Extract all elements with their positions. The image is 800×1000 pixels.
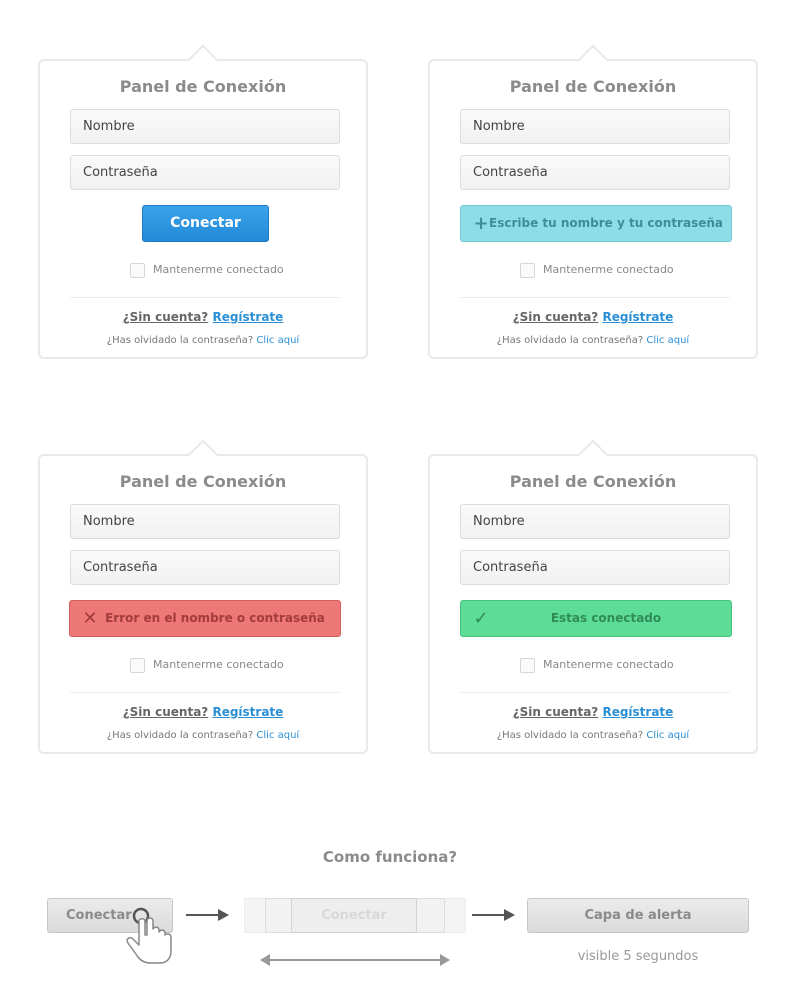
login-panel-error: Panel de Conexión Nombre Contraseña ✕ Er… (38, 439, 368, 754)
remember-me-checkbox[interactable]: Mantenerme conectado (520, 261, 674, 279)
info-alert-button[interactable]: + Escribe tu nombre y tu contraseña (460, 205, 732, 242)
signup-prompt: ¿Sin cuenta? Regístrate (430, 310, 756, 324)
panel-title: Panel de Conexión (509, 472, 677, 491)
checkbox-box[interactable] (520, 657, 535, 673)
signup-question: ¿Sin cuenta? (512, 705, 599, 719)
signup-link[interactable]: Regístrate (212, 705, 283, 719)
forgot-link[interactable]: Clic aquí (256, 335, 299, 346)
panel-title: Panel de Conexión (509, 77, 677, 96)
password-input[interactable]: Contraseña (70, 155, 340, 190)
password-input[interactable]: Contraseña (460, 550, 730, 585)
checkbox-box[interactable] (520, 262, 535, 278)
checkbox-box[interactable] (130, 262, 145, 278)
panel-title: Panel de Conexión (119, 472, 287, 491)
signup-link[interactable]: Regístrate (602, 310, 673, 324)
signup-question: ¿Sin cuenta? (122, 705, 209, 719)
username-input[interactable]: Nombre (460, 109, 730, 144)
panel-pointer (577, 44, 609, 76)
forgot-text: ¿Has olvidado la contraseña? (496, 335, 644, 346)
arrow-right-icon (472, 909, 515, 921)
checkbox-box[interactable] (130, 657, 145, 673)
divider (460, 297, 730, 298)
forgot-link[interactable]: Clic aquí (256, 730, 299, 741)
double-arrow-icon (260, 954, 450, 966)
forgot-text: ¿Has olvidado la contraseña? (106, 335, 254, 346)
x-icon: ✕ (82, 608, 98, 629)
plus-icon: + (473, 213, 489, 234)
divider (460, 692, 730, 693)
username-input[interactable]: Nombre (70, 109, 340, 144)
forgot-text: ¿Has olvidado la contraseña? (496, 730, 644, 741)
success-alert-label: Estas conectado (550, 611, 662, 625)
panel-pointer (577, 439, 609, 471)
step2-label: Conectar (321, 908, 387, 923)
password-input[interactable]: Contraseña (460, 155, 730, 190)
alert-layer-box: Capa de alerta (527, 898, 749, 933)
arrow-right-icon (186, 909, 229, 921)
remember-me-checkbox[interactable]: Mantenerme conectado (520, 656, 674, 674)
signup-question: ¿Sin cuenta? (122, 310, 209, 324)
forgot-password: ¿Has olvidado la contraseña? Clic aquí (430, 335, 756, 346)
error-alert-label: Error en el nombre o contraseña (105, 611, 325, 625)
forgot-link[interactable]: Clic aquí (646, 730, 689, 741)
panel-pointer (187, 439, 219, 471)
hand-cursor-icon (126, 907, 172, 964)
username-input[interactable]: Nombre (460, 504, 730, 539)
remember-label: Mantenerme conectado (153, 658, 284, 671)
login-panel-default: Panel de Conexión Nombre Contraseña Cone… (38, 44, 368, 359)
password-input[interactable]: Contraseña (70, 550, 340, 585)
signup-prompt: ¿Sin cuenta? Regístrate (40, 310, 366, 324)
forgot-text: ¿Has olvidado la contraseña? (106, 730, 254, 741)
how-it-works-title: Como funciona? (322, 848, 458, 866)
signup-question: ¿Sin cuenta? (512, 310, 599, 324)
visible-duration-note: visible 5 segundos (577, 949, 699, 964)
login-panel-success: Panel de Conexión Nombre Contraseña ✓ Es… (428, 439, 758, 754)
forgot-password: ¿Has olvidado la contraseña? Clic aquí (40, 335, 366, 346)
panel-title: Panel de Conexión (119, 77, 287, 96)
signup-prompt: ¿Sin cuenta? Regístrate (40, 705, 366, 719)
forgot-password: ¿Has olvidado la contraseña? Clic aquí (40, 730, 366, 741)
error-alert-button[interactable]: ✕ Error en el nombre o contraseña (69, 600, 341, 637)
remember-label: Mantenerme conectado (543, 658, 674, 671)
divider (70, 692, 340, 693)
remember-me-checkbox[interactable]: Mantenerme conectado (130, 261, 284, 279)
signup-link[interactable]: Regístrate (602, 705, 673, 719)
check-icon: ✓ (473, 608, 489, 629)
connect-button-label: Conectar (170, 215, 241, 231)
signup-link[interactable]: Regístrate (212, 310, 283, 324)
forgot-password: ¿Has olvidado la contraseña? Clic aquí (430, 730, 756, 741)
username-input[interactable]: Nombre (70, 504, 340, 539)
panel-pointer (187, 44, 219, 76)
info-alert-label: Escribe tu nombre y tu contraseña (489, 216, 723, 230)
forgot-link[interactable]: Clic aquí (646, 335, 689, 346)
remember-me-checkbox[interactable]: Mantenerme conectado (130, 656, 284, 674)
step2-ghost-button: Conectar (291, 898, 417, 933)
divider (70, 297, 340, 298)
signup-prompt: ¿Sin cuenta? Regístrate (430, 705, 756, 719)
remember-label: Mantenerme conectado (543, 263, 674, 276)
step2-animation: Conectar (244, 898, 466, 933)
login-panel-info: Panel de Conexión Nombre Contraseña + Es… (428, 44, 758, 359)
remember-label: Mantenerme conectado (153, 263, 284, 276)
connect-button[interactable]: Conectar (142, 205, 269, 242)
success-alert-button[interactable]: ✓ Estas conectado (460, 600, 732, 637)
step3-label: Capa de alerta (584, 908, 692, 923)
